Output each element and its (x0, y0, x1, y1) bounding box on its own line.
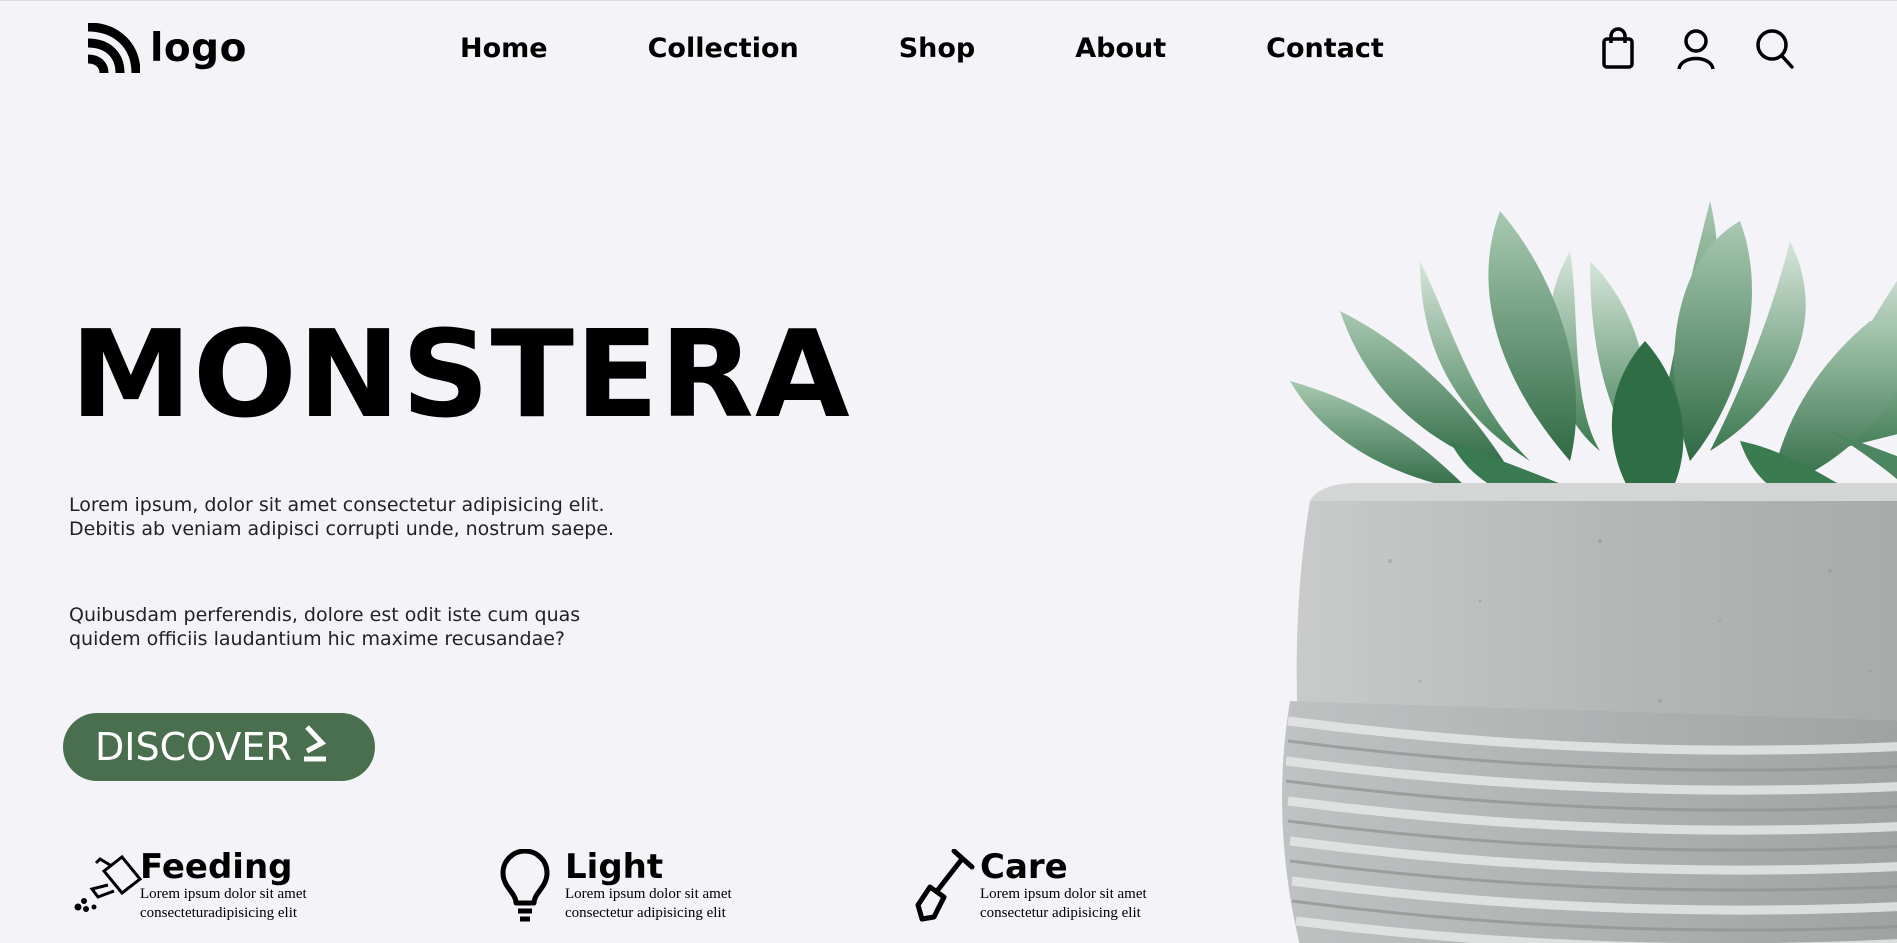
nav-collection[interactable]: Collection (648, 33, 799, 64)
search-icon[interactable] (1754, 27, 1794, 71)
feature-light: Light Lorem ipsum dolor sit amet consect… (495, 847, 765, 923)
watering-can-icon (70, 849, 143, 923)
hero-paragraph-2: Quibusdam perferendis, dolore est odit i… (69, 604, 581, 650)
page: logo Home Collection Shop About Contact (0, 0, 1897, 943)
feature-title: Care (980, 847, 1068, 887)
feature-description: Lorem ipsum dolor sit amet consecteturad… (140, 886, 307, 921)
discover-button[interactable]: DISCOVER (63, 713, 375, 781)
logo[interactable]: logo (86, 22, 247, 79)
feature-title: Light (565, 847, 664, 887)
nav-contact[interactable]: Contact (1266, 33, 1384, 64)
hero-paragraph-1: Lorem ipsum, dolor sit amet consectetur … (69, 494, 615, 540)
header-actions (1598, 27, 1794, 71)
feature-description: Lorem ipsum dolor sit amet consectetur a… (980, 886, 1147, 921)
user-icon[interactable] (1676, 27, 1716, 71)
nav-home[interactable]: Home (460, 33, 548, 64)
logo-text: logo (150, 25, 247, 71)
shopping-bag-icon[interactable] (1598, 27, 1638, 71)
logo-icon (86, 22, 141, 79)
feature-title: Feeding (140, 847, 293, 887)
hero-title: MONSTERA (70, 306, 851, 445)
feature-feeding: Feeding Lorem ipsum dolor sit amet conse… (70, 849, 340, 923)
discover-button-label: DISCOVER (95, 725, 292, 769)
light-bulb-icon (495, 848, 567, 923)
succulent-pot-image (1270, 201, 1897, 943)
nav-about[interactable]: About (1075, 33, 1166, 64)
feature-care: Care Lorem ipsum dolor sit amet consecte… (910, 847, 1180, 923)
main-nav: Home Collection Shop About Contact (460, 33, 1384, 64)
chevron-right-icon (302, 723, 328, 772)
feature-description: Lorem ipsum dolor sit amet consectetur a… (565, 886, 732, 921)
shovel-icon (910, 848, 982, 923)
nav-shop[interactable]: Shop (899, 33, 976, 64)
